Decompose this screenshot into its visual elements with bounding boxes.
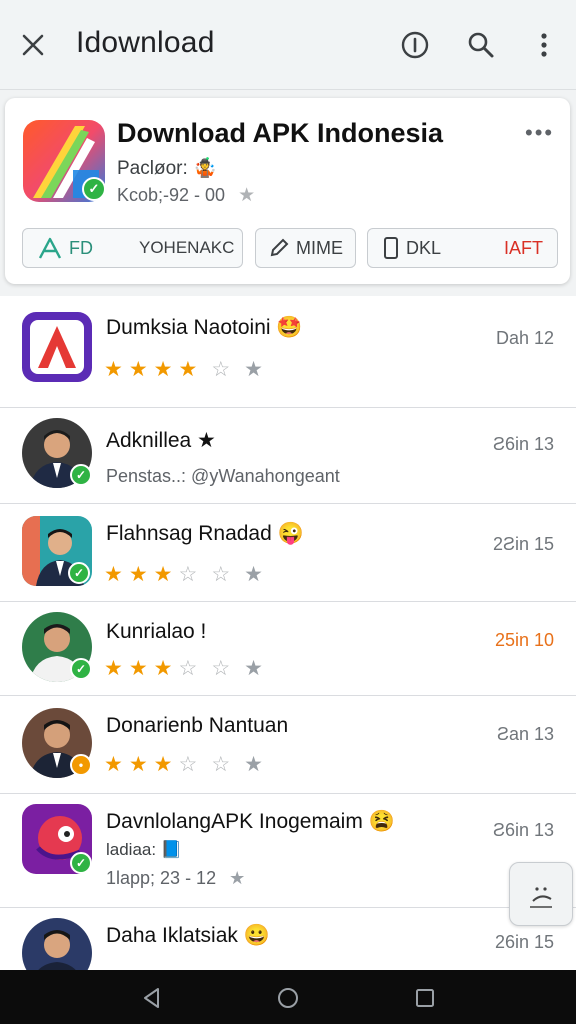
item-meta-stats-text: 1lapp; 23 - 12 [106, 868, 217, 888]
verified-check-icon: ✓ [70, 658, 92, 680]
badge-icon: • [70, 754, 92, 776]
item-name: Adknillea ★ [106, 429, 216, 452]
star-icon: ★ [153, 657, 173, 680]
item-date: Ƨan 13 [496, 724, 554, 744]
rating-stars: ★ ★ ★ ☆ ☆ ★ [104, 564, 263, 585]
assistant-icon [530, 887, 552, 908]
apk-logo-icon [37, 236, 63, 260]
home-icon[interactable] [276, 986, 300, 1010]
star-icon: ★ [244, 563, 263, 586]
rating-stars: ★ ★ ★ ☆ ☆ ★ [104, 754, 263, 775]
star-outline-icon: ☆ [211, 753, 231, 776]
star-outline-icon: ☆ [178, 563, 198, 586]
chip-download-left-label: FD [69, 237, 93, 258]
item-meta: Penstas..: @yWanahongeant [106, 466, 340, 486]
list-item[interactable]: ✓ Adknillea ★ Ƨ6in 13 Penstas..: @yWanah… [0, 408, 576, 504]
item-name: Flahnsag Rnadad 😜 [106, 522, 304, 545]
chip-device[interactable]: DKL IAFT [367, 228, 558, 268]
star-icon: ★ [153, 753, 173, 776]
download-list: Dumksia Naotoini 🤩 Dah 12 ★ ★ ★ ★ ☆ ★ ✓ Adkni… [0, 296, 576, 970]
app-title: Download APK Indonesia [117, 118, 444, 148]
floating-help-button[interactable] [509, 862, 573, 926]
item-name: Donarienb Nantuan [106, 714, 289, 737]
star-outline-icon: ☆ [178, 657, 198, 680]
star-icon: ★ [128, 563, 148, 586]
more-vert-icon[interactable] [527, 28, 561, 62]
star-icon: ★ [104, 753, 123, 776]
list-item[interactable]: Dumksia Naotoini 🤩 Dah 12 ★ ★ ★ ★ ☆ ★ [0, 296, 576, 408]
list-item[interactable]: Daha Iklatsiak 😀 26in 15 [0, 908, 576, 970]
info-icon[interactable] [398, 28, 432, 62]
verified-check-icon: ✓ [70, 464, 92, 486]
star-icon: ★ [153, 563, 173, 586]
item-date: Dah 12 [495, 328, 554, 348]
item-meta: ladiaa: 📘 [106, 840, 182, 859]
rating-stars: ★ ★ ★ ☆ ☆ ★ [104, 658, 263, 679]
list-item[interactable]: • Donarienb Nantuan Ƨan 13 ★ ★ ★ ☆ ☆ ★ [0, 696, 576, 794]
star-icon: ★ [128, 358, 148, 381]
chip-device-left-label: DKL [406, 237, 442, 258]
more-horiz-icon[interactable]: ••• [525, 120, 554, 146]
star-icon: ★ [128, 753, 148, 776]
star-outline-icon: ☆ [211, 563, 231, 586]
item-date: 25in 10 [494, 630, 554, 650]
back-icon[interactable] [140, 986, 164, 1010]
item-name: DavnlolangAPK Inogemaim 😫 [106, 810, 395, 833]
app-publisher: Pacløor: 🤹 [117, 158, 217, 179]
app-stats: Kcob;-92 - 00 ★ [117, 184, 255, 207]
list-item[interactable]: ✓ Kunrialao ! 25in 10 ★ ★ ★ ☆ ☆ ★ [0, 602, 576, 696]
chip-device-right-label: IAFT [504, 237, 543, 258]
star-icon: ★ [238, 185, 256, 206]
app-thumbnail-icon [22, 312, 92, 382]
chip-download-right-label: YOHENAKC [139, 238, 235, 257]
star-outline-icon: ☆ [211, 358, 231, 381]
screen: Idownload ✓ Download APK Indonesia ••• P… [0, 0, 576, 1024]
star-icon: ★ [178, 358, 198, 381]
top-app-bar: Idownload [0, 0, 576, 90]
verified-check-icon: ✓ [70, 852, 92, 874]
item-date: 2Ƨin 15 [492, 534, 554, 554]
chip-mime-label: MIME [296, 237, 343, 258]
item-name: Kunrialao ! [106, 620, 207, 643]
star-icon: ★ [104, 563, 123, 586]
star-icon: ★ [244, 358, 263, 381]
star-icon: ★ [153, 358, 173, 381]
star-icon: ★ [229, 868, 246, 888]
star-icon: ★ [244, 753, 263, 776]
recents-icon[interactable] [413, 986, 437, 1010]
system-nav-bar [0, 970, 576, 1024]
item-name: Dumksia Naotoini 🤩 [106, 316, 303, 339]
item-date: 26in 15 [494, 932, 554, 952]
item-name: Daha Iklatsiak 😀 [106, 924, 270, 947]
pencil-icon [268, 237, 290, 259]
star-icon: ★ [104, 657, 123, 680]
list-item[interactable]: ✓ Flahnsag Rnadad 😜 2Ƨin 15 ★ ★ ★ ☆ ☆ ★ [0, 504, 576, 602]
star-outline-icon: ☆ [211, 657, 231, 680]
verified-check-icon: ✓ [82, 177, 106, 201]
app-header-card[interactable]: ✓ Download APK Indonesia ••• Pacløor: 🤹 … [5, 98, 570, 284]
list-item[interactable]: ✓ DavnlolangAPK Inogemaim 😫 Ƨ6in 13 ladi… [0, 794, 576, 908]
avatar [22, 918, 92, 970]
rating-stars: ★ ★ ★ ★ ☆ ★ [104, 359, 263, 380]
item-meta-stats: 1lapp; 23 - 12 ★ [106, 868, 245, 889]
phone-icon [382, 236, 400, 260]
item-date: Ƨ6in 13 [492, 434, 554, 454]
star-icon: ★ [244, 657, 263, 680]
app-stats-text: Kcob;-92 - 00 [117, 185, 226, 205]
item-date: Ƨ6in 13 [492, 820, 554, 840]
app-bar-title: Idownload [76, 26, 215, 59]
star-icon: ★ [104, 358, 123, 381]
star-outline-icon: ☆ [178, 753, 198, 776]
chip-download[interactable]: FD YOHENAKC [22, 228, 243, 268]
chip-mime[interactable]: MIME [255, 228, 356, 268]
close-icon[interactable] [16, 28, 50, 62]
verified-check-icon: ✓ [68, 562, 90, 584]
star-icon: ★ [128, 657, 148, 680]
search-icon[interactable] [464, 28, 498, 62]
